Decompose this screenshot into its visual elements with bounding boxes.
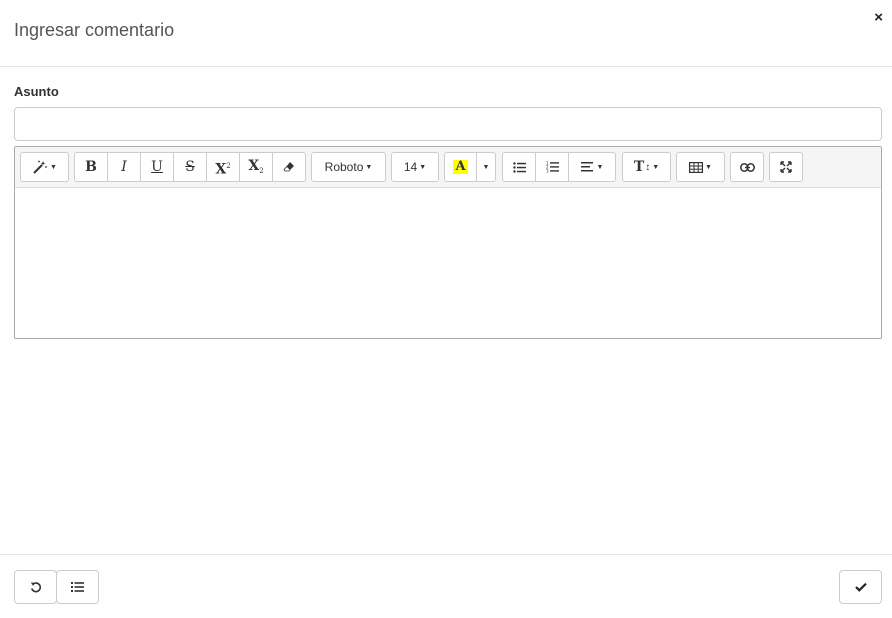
undo-icon — [30, 581, 42, 593]
superscript-button[interactable]: X2 — [206, 152, 240, 182]
font-style-group: B I U S X2 X2 — [74, 152, 306, 182]
caret-down-icon: ▼ — [419, 163, 427, 171]
align-left-icon — [580, 162, 593, 172]
rich-text-editor: ▼ B I U S X2 X2 Roboto ▼ 14 ▼ A ▼ 1 2 3 … — [14, 146, 882, 339]
table-icon — [689, 161, 704, 173]
table-dropdown[interactable]: ▼ — [676, 152, 725, 182]
line-height-group: T ↕ ▼ — [622, 152, 671, 182]
link-group — [730, 152, 764, 182]
svg-text:3: 3 — [546, 169, 549, 174]
caret-down-icon: ▼ — [596, 163, 604, 171]
paragraph-align-dropdown[interactable]: ▼ — [568, 152, 616, 182]
subscript-small: 2 — [259, 167, 264, 176]
list-icon — [71, 582, 84, 592]
underline-button[interactable]: U — [140, 152, 174, 182]
confirm-button[interactable] — [839, 570, 882, 604]
table-group: ▼ — [676, 152, 725, 182]
ordered-list-icon: 123 — [546, 161, 559, 173]
superscript-x: X — [215, 161, 227, 178]
fullscreen-button[interactable] — [769, 152, 803, 182]
highlight-color-button[interactable]: A — [444, 152, 477, 182]
reset-button[interactable] — [14, 570, 57, 604]
editor-content-area[interactable] — [15, 188, 881, 338]
clear-format-button[interactable] — [272, 152, 306, 182]
highlight-icon: A — [453, 159, 468, 174]
strikethrough-button[interactable]: S — [173, 152, 207, 182]
superscript-small: 2 — [226, 161, 231, 170]
font-size-label: 14 — [403, 160, 418, 174]
bold-label: B — [85, 159, 97, 175]
caret-down-icon: ▼ — [652, 163, 660, 171]
font-name-label: Roboto — [324, 160, 364, 174]
editor-toolbar: ▼ B I U S X2 X2 Roboto ▼ 14 ▼ A ▼ 1 2 3 … — [15, 147, 881, 188]
modal-header: Ingresar comentario × — [0, 0, 892, 67]
eraser-icon — [283, 161, 295, 173]
link-icon — [739, 162, 755, 172]
font-name-group: Roboto ▼ — [311, 152, 386, 182]
caret-down-icon: ▼ — [50, 163, 57, 171]
ordered-list-button[interactable]: 123 — [535, 152, 569, 182]
subscript-label: X2 — [248, 158, 263, 177]
underline-label: U — [151, 159, 163, 175]
superscript-label: X2 — [215, 157, 231, 178]
magic-wand-icon — [32, 160, 48, 174]
style-dropdown-button[interactable]: ▼ — [20, 152, 69, 182]
font-size-group: 14 ▼ — [391, 152, 439, 182]
line-height-dropdown[interactable]: T ↕ ▼ — [622, 152, 671, 182]
arrows-vertical-icon: ↕ — [645, 161, 651, 173]
strikethrough-label: S — [185, 159, 195, 175]
subject-input[interactable] — [14, 107, 882, 141]
close-button[interactable]: × — [874, 10, 883, 26]
style-group: ▼ — [20, 152, 69, 182]
bold-button[interactable]: B — [74, 152, 108, 182]
italic-label: I — [121, 159, 127, 175]
line-height-label: T — [633, 159, 645, 175]
caret-down-icon: ▼ — [482, 163, 490, 171]
unordered-list-button[interactable] — [502, 152, 536, 182]
unordered-list-icon — [512, 161, 526, 173]
link-button[interactable] — [730, 152, 764, 182]
subject-label: Asunto — [14, 84, 59, 99]
modal-footer — [0, 554, 892, 618]
italic-button[interactable]: I — [107, 152, 141, 182]
font-name-dropdown[interactable]: Roboto ▼ — [311, 152, 386, 182]
color-dropdown-button[interactable]: ▼ — [476, 152, 496, 182]
fullscreen-icon — [780, 161, 792, 173]
subscript-button[interactable]: X2 — [239, 152, 273, 182]
color-group: A ▼ — [444, 152, 496, 182]
check-icon — [854, 582, 867, 592]
caret-down-icon: ▼ — [705, 163, 712, 171]
subscript-x: X — [248, 157, 260, 174]
list-button[interactable] — [56, 570, 99, 604]
font-size-dropdown[interactable]: 14 ▼ — [391, 152, 439, 182]
view-group — [769, 152, 803, 182]
paragraph-group: 123 ▼ — [502, 152, 616, 182]
modal-title: Ingresar comentario — [14, 20, 175, 40]
caret-down-icon: ▼ — [365, 163, 373, 171]
